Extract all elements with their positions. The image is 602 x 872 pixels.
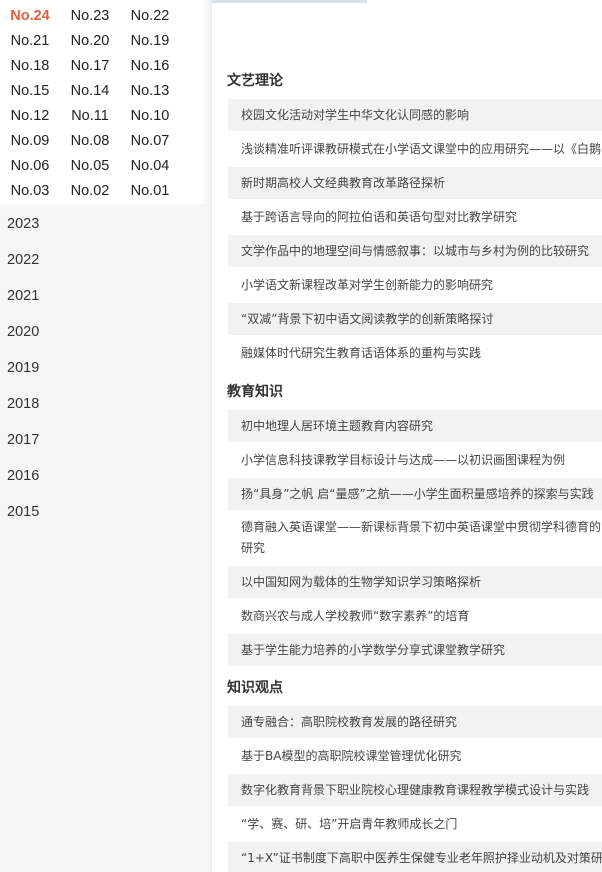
article-link[interactable]: 文学作品中的地理空间与情感叙事：以城市与乡村为例的比较研究 <box>228 235 602 267</box>
issue-link[interactable]: No.02 <box>60 179 120 204</box>
article-link[interactable]: 德育融入英语课堂——新课标背景下初中英语课堂中贯彻学科德育的研究 <box>228 512 602 564</box>
issue-link[interactable]: No.01 <box>120 179 180 204</box>
article-link[interactable]: 通专融合：高职院校教育发展的路径研究 <box>228 706 602 738</box>
year-link[interactable]: 2016 <box>0 458 204 494</box>
issue-link[interactable]: No.18 <box>0 54 60 79</box>
issue-link[interactable]: No.04 <box>120 154 180 179</box>
article-link[interactable]: “双减”背景下初中语文阅读教学的创新策略探讨 <box>228 303 602 335</box>
article-link[interactable]: 以中国知网为载体的生物学知识学习策略探析 <box>228 566 602 598</box>
issue-link[interactable]: No.15 <box>0 79 60 104</box>
issue-link[interactable]: No.13 <box>120 79 180 104</box>
issue-link[interactable]: No.23 <box>60 4 120 29</box>
issue-link[interactable]: No.21 <box>0 29 60 54</box>
issue-link[interactable]: No.09 <box>0 129 60 154</box>
article-link[interactable]: 小学语文新课程改革对学生创新能力的影响研究 <box>228 269 602 301</box>
article-list-panel: 文艺理论校园文化活动对学生中华文化认同感的影响 浅谈精准听评课教研模式在小学语文课… <box>212 0 602 872</box>
article-link[interactable]: 初中地理人居环境主题教育内容研究 <box>228 410 602 442</box>
article-link[interactable]: 扬“具身”之帆 启“量感”之航——小学生面积量感培养的探索与实践 <box>228 478 602 510</box>
issue-link[interactable]: No.22 <box>120 4 180 29</box>
year-link[interactable]: 2018 <box>0 386 204 422</box>
year-list: 2023 2022 2021 2020 2019 2018 2017 2016 2015 <box>0 206 204 530</box>
issue-sidebar: No.24 No.23 No.22 No.21 No.20 No.19 No.18 No.17… <box>0 0 212 872</box>
article-link[interactable]: 数字化教育背景下职业院校心理健康教育课程教学模式设计与实践 <box>228 774 602 806</box>
article-link[interactable]: 融媒体时代研究生教育话语体系的重构与实践 <box>228 337 602 369</box>
issue-link[interactable]: No.06 <box>0 154 60 179</box>
article-link[interactable]: 基于BA模型的高职院校课堂管理优化研究 <box>228 740 602 772</box>
article-link[interactable]: “学、赛、研、培”开启青年教师成长之门 <box>228 808 602 840</box>
issue-link[interactable]: No.10 <box>120 104 180 129</box>
article-link[interactable]: 浅谈精准听评课教研模式在小学语文课堂中的应用研究——以《白鹅 <box>228 133 602 165</box>
article-link[interactable]: 数商兴农与成人学校教师“数字素养”的培育 <box>228 600 602 632</box>
article-link[interactable]: 基于学生能力培养的小学数学分享式课堂教学研究 <box>228 634 602 666</box>
issue-link[interactable]: No.07 <box>120 129 180 154</box>
issue-link[interactable]: No.03 <box>0 179 60 204</box>
issue-link[interactable]: No.12 <box>0 104 60 129</box>
issue-link[interactable]: No.24 <box>0 4 60 29</box>
issue-link[interactable]: No.11 <box>60 104 120 129</box>
year-link[interactable]: 2017 <box>0 422 204 458</box>
section-heading: 文艺理论 <box>227 73 283 89</box>
year-link[interactable]: 2020 <box>0 314 204 350</box>
issue-link[interactable]: No.20 <box>60 29 120 54</box>
article-link[interactable]: 校园文化活动对学生中华文化认同感的影响 <box>228 99 602 131</box>
year-link[interactable]: 2023 <box>0 206 204 242</box>
issue-link[interactable]: No.14 <box>60 79 120 104</box>
issue-link[interactable]: No.16 <box>120 54 180 79</box>
year-link[interactable]: 2022 <box>0 242 204 278</box>
issue-link[interactable]: No.19 <box>120 29 180 54</box>
issue-grid: No.24 No.23 No.22 No.21 No.20 No.19 No.18 No.17… <box>0 0 204 204</box>
issue-link[interactable]: No.05 <box>60 154 120 179</box>
section-heading: 教育知识 <box>227 384 283 400</box>
year-link[interactable]: 2021 <box>0 278 204 314</box>
year-link[interactable]: 2019 <box>0 350 204 386</box>
issue-link[interactable]: No.08 <box>60 129 120 154</box>
year-link[interactable]: 2015 <box>0 494 204 530</box>
article-link[interactable]: 小学信息科技课教学目标设计与达成——以初识画图课程为例 <box>228 444 602 476</box>
article-link[interactable]: “1+X”证书制度下高职中医养生保健专业老年照护择业动机及对策研究 <box>228 842 602 872</box>
article-link[interactable]: 新时期高校人文经典教育改革路径探析 <box>228 167 602 199</box>
issue-link[interactable]: No.17 <box>60 54 120 79</box>
article-link[interactable]: 基于跨语言导向的阿拉伯语和英语句型对比教学研究 <box>228 201 602 233</box>
section-heading: 知识观点 <box>227 680 283 696</box>
